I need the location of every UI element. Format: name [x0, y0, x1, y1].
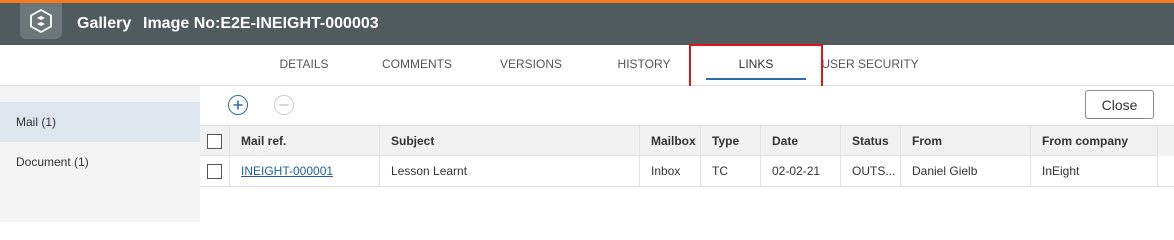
active-tab-underline: [706, 78, 806, 80]
row-select-cell: [200, 156, 230, 186]
tab-versions[interactable]: VERSIONS: [486, 45, 576, 85]
column-header-from-company[interactable]: From company: [1031, 126, 1158, 156]
select-all-checkbox[interactable]: [207, 134, 222, 149]
select-all-cell: [200, 126, 230, 156]
sidebar-item-label: Document (1): [16, 155, 89, 169]
tab-label: LINKS: [738, 57, 774, 71]
tab-label: VERSIONS: [499, 57, 562, 71]
table-row[interactable]: INEIGHT-000001 Lesson Learnt Inbox TC 02…: [200, 156, 1174, 187]
column-header-date[interactable]: Date: [761, 126, 841, 156]
link-type-sidebar: Mail (1) Document (1): [0, 86, 200, 222]
minus-circle-icon[interactable]: [274, 95, 294, 115]
cell-from-company: InEight: [1031, 156, 1158, 186]
close-button[interactable]: Close: [1085, 90, 1154, 119]
app-name: Gallery: [77, 15, 132, 32]
column-header-subject[interactable]: Subject: [380, 126, 640, 156]
row-checkbox[interactable]: [207, 164, 222, 179]
cell-from: Daniel Gielb: [901, 156, 1031, 186]
tab-user-security[interactable]: USER SECURITY: [820, 45, 920, 85]
cell-mailbox: Inbox: [640, 156, 701, 186]
header-scroll-spacer: [1158, 126, 1174, 156]
mail-ref-link[interactable]: INEIGHT-000001: [241, 164, 333, 178]
tab-label: USER SECURITY: [821, 57, 919, 71]
tab-history[interactable]: HISTORY: [599, 45, 689, 85]
tab-comments[interactable]: COMMENTS: [372, 45, 462, 85]
cell-type: TC: [701, 156, 761, 186]
column-header-status[interactable]: Status: [841, 126, 901, 156]
mail-links-table: Mail ref. Subject Mailbox Type Date Stat…: [200, 125, 1174, 187]
cell-status: OUTS...: [841, 156, 901, 186]
column-header-type[interactable]: Type: [701, 126, 761, 156]
sidebar-item-label: Mail (1): [16, 115, 57, 129]
column-header-mailbox[interactable]: Mailbox: [640, 126, 701, 156]
ineight-logo-icon[interactable]: [20, 3, 62, 39]
image-number-title: Image No:E2E-INEIGHT-000003: [143, 15, 379, 32]
sidebar-item-mail[interactable]: Mail (1): [0, 102, 200, 142]
cell-mail-ref: INEIGHT-000001: [230, 156, 380, 186]
tab-links[interactable]: LINKS: [694, 45, 818, 85]
cell-subject: Lesson Learnt: [380, 156, 640, 186]
tab-label: DETAILS: [279, 57, 329, 71]
links-toolbar: Close: [200, 86, 1174, 124]
cell-date: 02-02-21: [761, 156, 841, 186]
tab-label: HISTORY: [617, 57, 671, 71]
column-header-mail-ref[interactable]: Mail ref.: [230, 126, 380, 156]
links-content: Close Mail ref. Subject Mailbox Type Dat…: [200, 86, 1174, 222]
table-header-row: Mail ref. Subject Mailbox Type Date Stat…: [200, 125, 1174, 156]
tab-label: COMMENTS: [382, 57, 452, 71]
tab-details[interactable]: DETAILS: [259, 45, 349, 85]
plus-circle-icon[interactable]: [228, 95, 248, 115]
sidebar-item-document[interactable]: Document (1): [0, 142, 200, 182]
app-header: Gallery Image No:E2E-INEIGHT-000003: [0, 3, 1174, 45]
column-header-from[interactable]: From: [901, 126, 1031, 156]
tab-bar: DETAILS COMMENTS VERSIONS HISTORY LINKS …: [0, 45, 1174, 86]
